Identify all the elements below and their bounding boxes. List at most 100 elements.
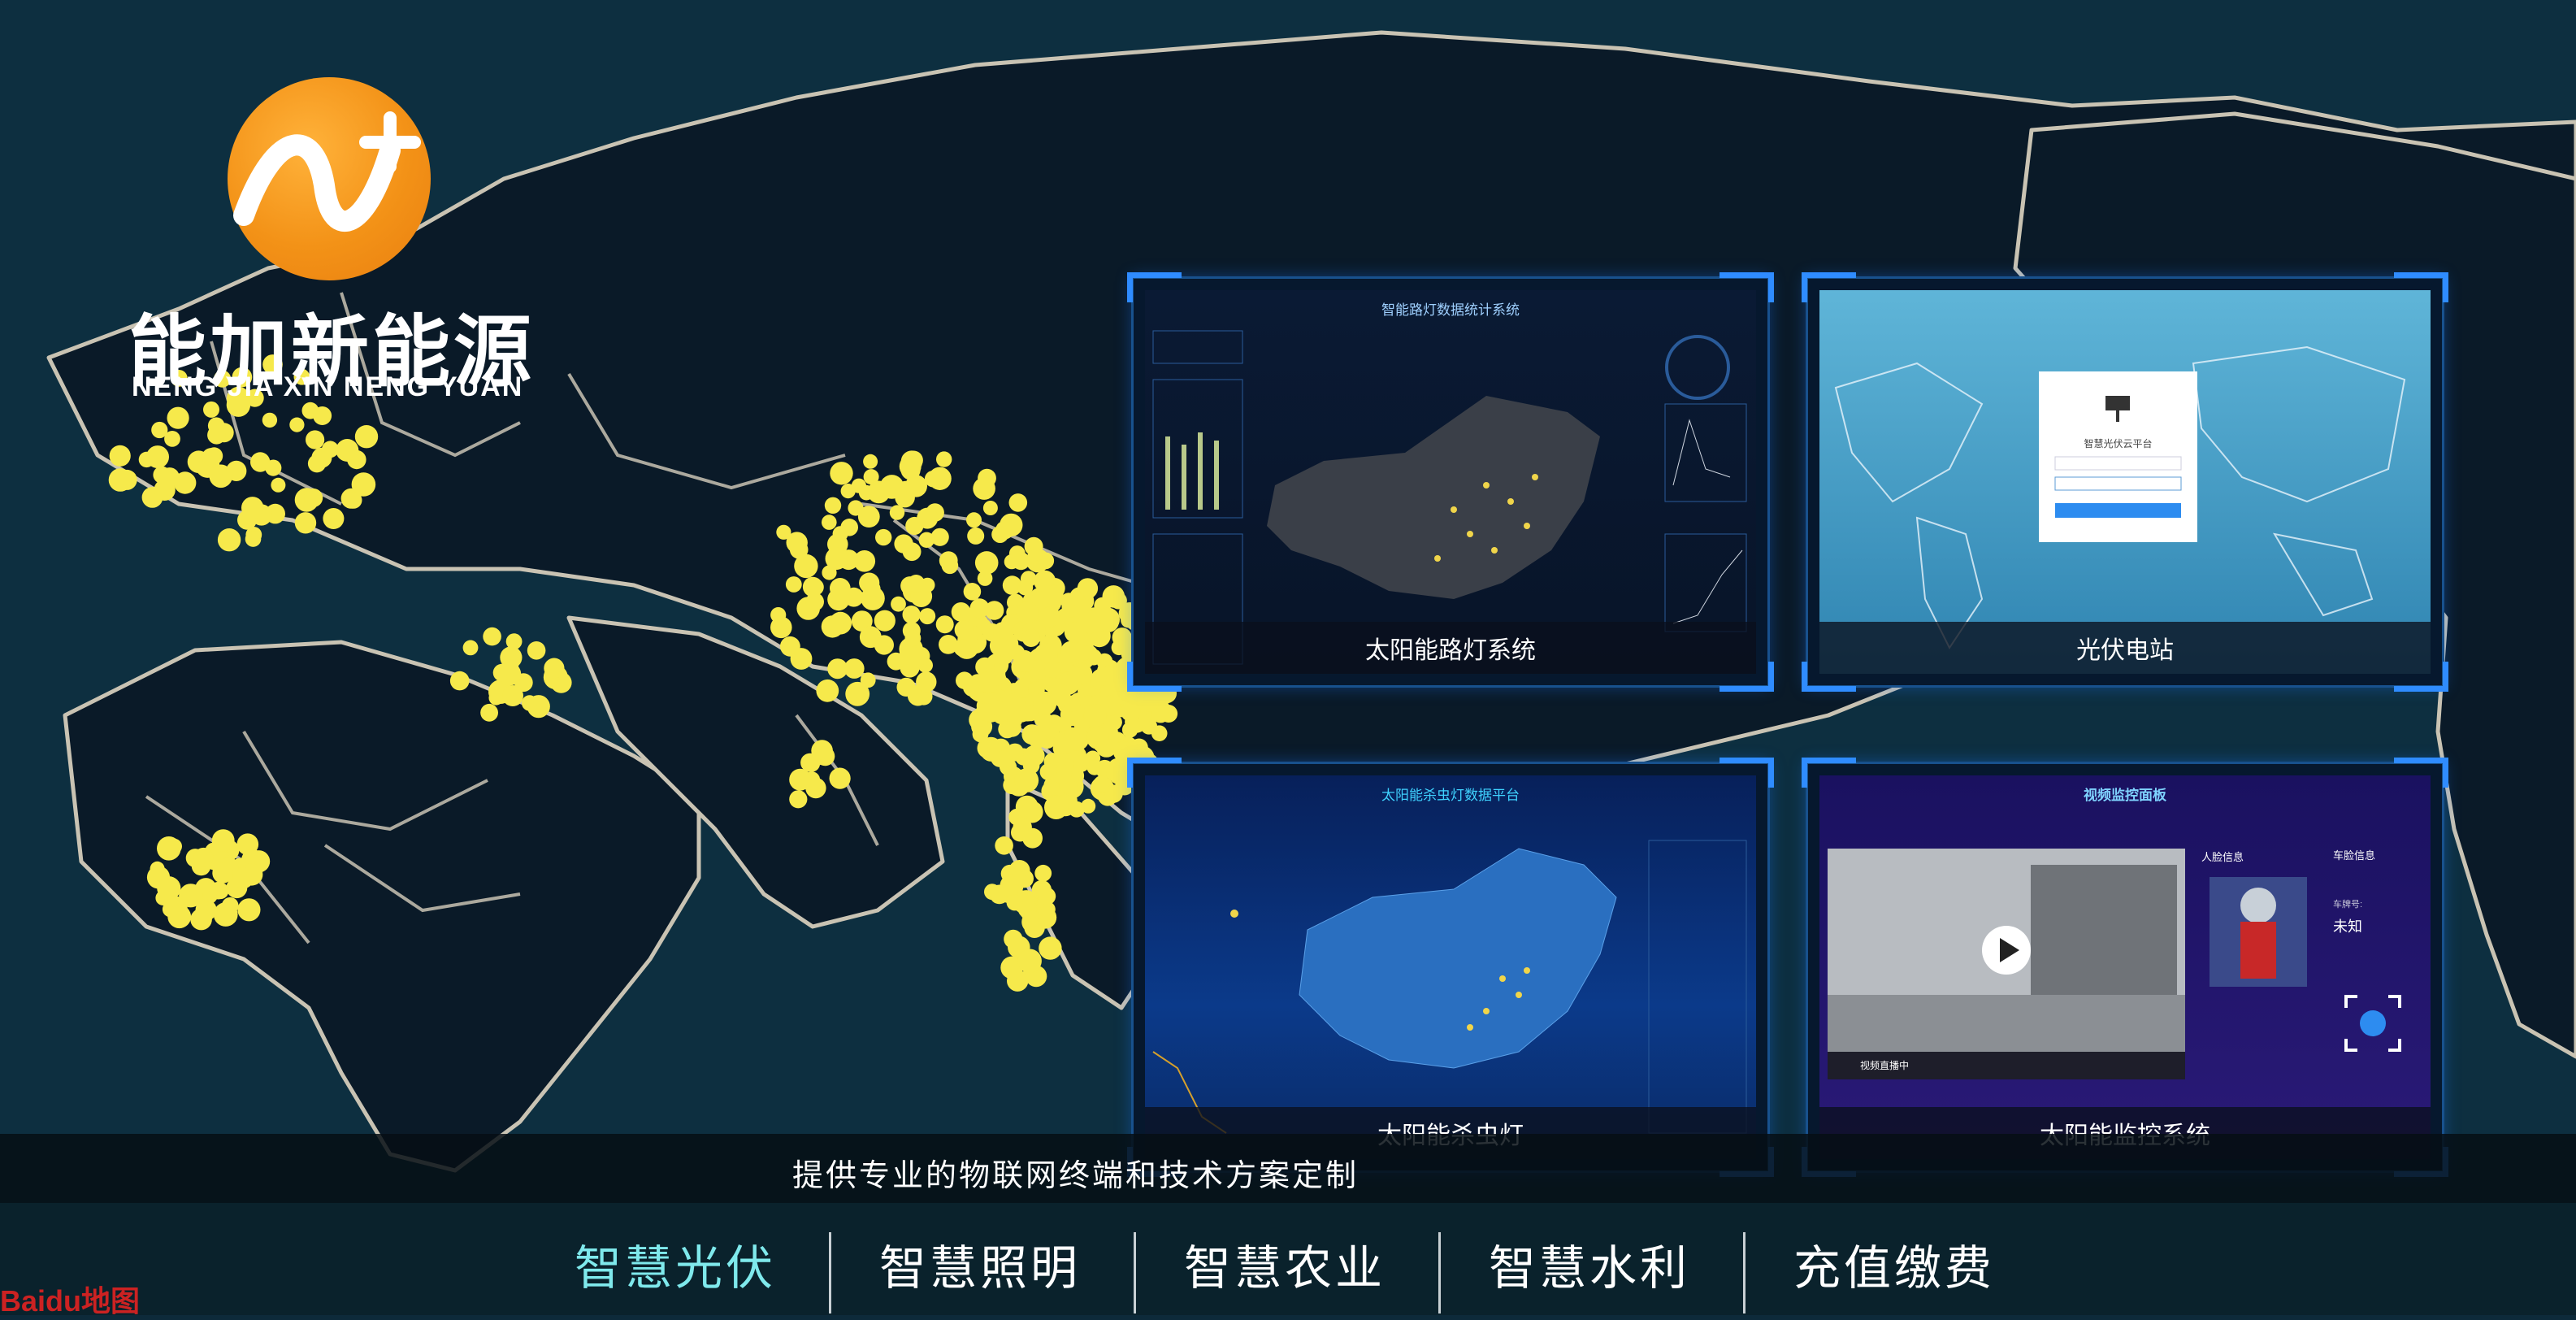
map-marker[interactable]	[824, 497, 842, 514]
map-marker[interactable]	[483, 627, 501, 646]
map-marker[interactable]	[240, 901, 260, 921]
map-marker[interactable]	[502, 685, 523, 706]
map-marker[interactable]	[336, 439, 359, 462]
map-marker[interactable]	[1112, 627, 1132, 648]
map-marker[interactable]	[973, 477, 995, 500]
map-marker[interactable]	[311, 447, 332, 468]
map-marker[interactable]	[966, 512, 982, 528]
map-marker[interactable]	[323, 508, 345, 529]
map-marker[interactable]	[918, 532, 935, 548]
map-marker[interactable]	[821, 615, 844, 638]
map-marker[interactable]	[916, 671, 937, 693]
map-marker[interactable]	[786, 532, 808, 554]
map-marker[interactable]	[1017, 949, 1042, 973]
map-marker[interactable]	[816, 679, 839, 702]
map-marker[interactable]	[212, 862, 233, 884]
map-marker[interactable]	[1014, 768, 1039, 792]
map-marker[interactable]	[146, 866, 171, 889]
map-marker[interactable]	[790, 648, 813, 670]
map-marker[interactable]	[1064, 727, 1080, 743]
map-marker[interactable]	[902, 542, 922, 562]
map-marker[interactable]	[306, 430, 325, 449]
map-marker[interactable]	[1079, 579, 1098, 597]
map-marker[interactable]	[1006, 894, 1023, 911]
map-marker[interactable]	[480, 703, 498, 722]
map-marker[interactable]	[313, 406, 332, 425]
map-marker[interactable]	[995, 750, 1013, 768]
map-marker[interactable]	[1007, 713, 1022, 728]
card-solar-street-light[interactable]: 智能路灯数据统计系统 太阳能路灯系统	[1127, 272, 1774, 692]
map-marker[interactable]	[1160, 705, 1178, 723]
map-marker[interactable]	[977, 571, 993, 586]
map-marker[interactable]	[982, 501, 998, 515]
map-marker[interactable]	[1039, 936, 1062, 960]
map-marker[interactable]	[963, 583, 982, 601]
map-marker[interactable]	[1024, 917, 1045, 939]
map-marker[interactable]	[1039, 763, 1057, 780]
map-marker[interactable]	[544, 658, 565, 679]
map-marker[interactable]	[226, 460, 247, 482]
map-marker[interactable]	[1008, 545, 1026, 562]
nav-item-smart-agriculture[interactable]: 智慧农业	[1134, 1227, 1436, 1300]
map-marker[interactable]	[1039, 606, 1060, 627]
map-marker[interactable]	[825, 547, 848, 571]
map-marker[interactable]	[167, 905, 192, 929]
map-marker[interactable]	[990, 700, 1007, 717]
map-marker[interactable]	[211, 829, 235, 852]
map-marker[interactable]	[354, 425, 379, 449]
map-marker[interactable]	[527, 695, 550, 719]
map-marker[interactable]	[1078, 610, 1101, 634]
map-marker[interactable]	[193, 847, 214, 867]
map-marker[interactable]	[898, 645, 922, 670]
map-marker[interactable]	[935, 615, 954, 634]
map-marker[interactable]	[213, 902, 238, 927]
map-marker[interactable]	[865, 580, 881, 597]
map-marker[interactable]	[939, 635, 958, 654]
map-marker[interactable]	[1013, 649, 1035, 673]
map-marker[interactable]	[941, 557, 959, 575]
map-marker[interactable]	[785, 576, 802, 593]
map-marker[interactable]	[1022, 706, 1039, 722]
map-marker[interactable]	[972, 726, 989, 743]
map-marker[interactable]	[1086, 727, 1109, 749]
map-marker[interactable]	[789, 790, 808, 809]
map-marker[interactable]	[146, 445, 169, 469]
map-marker[interactable]	[907, 575, 926, 593]
nav-item-recharge[interactable]: 充值缴费	[1743, 1227, 2045, 1300]
map-marker[interactable]	[167, 406, 189, 429]
map-marker[interactable]	[1050, 683, 1069, 702]
map-marker[interactable]	[863, 454, 878, 469]
map-marker[interactable]	[805, 593, 824, 611]
map-marker[interactable]	[770, 607, 787, 623]
map-marker[interactable]	[840, 519, 858, 536]
map-marker[interactable]	[845, 681, 870, 706]
card-pv-station[interactable]: 智慧光伏云平台 光伏电站	[1802, 272, 2448, 692]
map-marker[interactable]	[1011, 871, 1026, 886]
map-marker[interactable]	[815, 746, 835, 766]
map-marker[interactable]	[345, 492, 362, 509]
map-marker[interactable]	[991, 526, 1009, 543]
ptz-control[interactable]	[2344, 995, 2401, 1052]
map-marker[interactable]	[1037, 552, 1055, 570]
map-marker[interactable]	[154, 479, 176, 501]
map-marker[interactable]	[1038, 887, 1056, 905]
map-marker[interactable]	[993, 622, 1013, 641]
map-marker[interactable]	[157, 836, 181, 861]
map-marker[interactable]	[969, 598, 990, 619]
map-marker[interactable]	[967, 527, 985, 545]
map-marker[interactable]	[207, 425, 226, 445]
map-marker[interactable]	[265, 459, 282, 476]
map-marker[interactable]	[794, 554, 818, 579]
map-marker[interactable]	[857, 506, 880, 528]
nav-item-smart-water[interactable]: 智慧水利	[1438, 1227, 1741, 1300]
map-marker[interactable]	[262, 412, 278, 428]
map-marker[interactable]	[928, 467, 952, 490]
map-marker[interactable]	[974, 551, 999, 575]
map-marker[interactable]	[1044, 795, 1069, 819]
map-marker[interactable]	[858, 484, 874, 501]
video-player[interactable]: 视频直播中	[1828, 849, 2185, 1079]
map-marker[interactable]	[1105, 669, 1129, 692]
map-marker[interactable]	[904, 630, 922, 647]
map-marker[interactable]	[891, 596, 906, 612]
map-marker[interactable]	[991, 671, 1007, 686]
